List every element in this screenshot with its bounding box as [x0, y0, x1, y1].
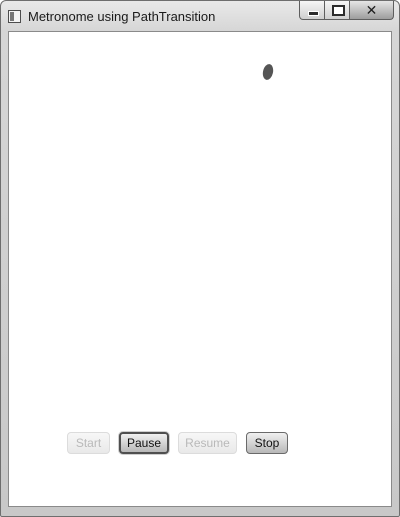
title-bar[interactable]: Metronome using PathTransition ✕	[1, 1, 399, 31]
metronome-canvas: Start Pause Resume Stop	[8, 31, 392, 507]
maximize-icon	[332, 5, 345, 16]
maximize-button[interactable]	[325, 1, 350, 20]
app-icon[interactable]	[8, 10, 21, 23]
minimize-button[interactable]	[299, 1, 325, 20]
button-bar: Start Pause Resume Stop	[67, 432, 297, 454]
app-window: Metronome using PathTransition ✕ Start P…	[0, 0, 400, 517]
window-controls: ✕	[299, 1, 394, 20]
close-button[interactable]: ✕	[350, 1, 394, 20]
window-title: Metronome using PathTransition	[28, 9, 216, 24]
resume-button[interactable]: Resume	[178, 432, 237, 454]
close-icon: ✕	[365, 2, 378, 18]
stop-button[interactable]: Stop	[246, 432, 288, 454]
pendulum-node	[261, 63, 275, 81]
minimize-icon	[308, 11, 319, 16]
start-button[interactable]: Start	[67, 432, 110, 454]
pause-button[interactable]: Pause	[119, 432, 169, 454]
